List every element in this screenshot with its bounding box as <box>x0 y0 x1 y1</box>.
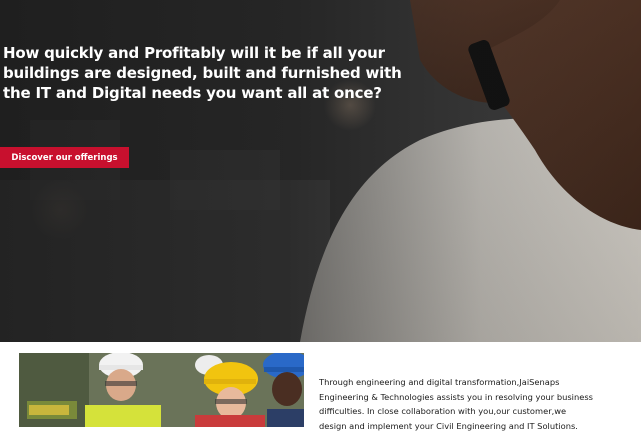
hero-headline: How quickly and Profitably will it be if… <box>3 44 402 102</box>
hero-banner: How quickly and Profitably will it be if… <box>0 0 641 342</box>
about-text: Through engineering and digital transfor… <box>319 377 593 431</box>
engineers-photo <box>19 353 304 427</box>
engineers-with-hard-hats-icon <box>19 353 304 427</box>
discover-offerings-button[interactable]: Discover our offerings <box>0 147 129 168</box>
